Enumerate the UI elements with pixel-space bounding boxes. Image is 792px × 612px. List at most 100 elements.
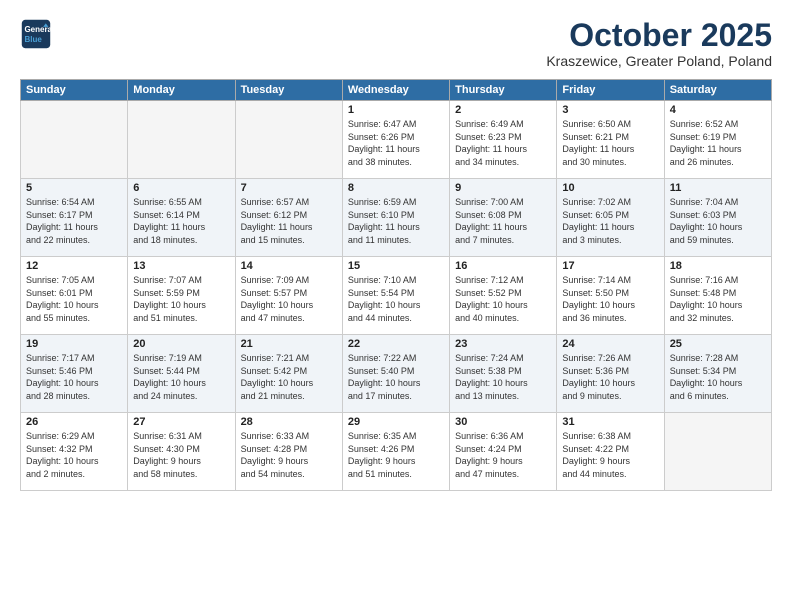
- col-tuesday: Tuesday: [235, 80, 342, 101]
- day-number: 24: [562, 338, 658, 350]
- day-number: 9: [455, 182, 551, 194]
- cell-w1-d5: 2 Sunrise: 6:49 AM Sunset: 6:23 PM Daylig…: [450, 101, 557, 179]
- logo: General Blue: [20, 18, 52, 50]
- day-info: Sunrise: 7:09 AM Sunset: 5:57 PM Dayligh…: [241, 274, 337, 324]
- cell-w2-d1: 5Sunrise: 6:54 AM Sunset: 6:17 PM Daylig…: [21, 179, 128, 257]
- cell-w5-d1: 26Sunrise: 6:29 AM Sunset: 4:32 PM Dayli…: [21, 413, 128, 491]
- day-info: Sunrise: 7:07 AM Sunset: 5:59 PM Dayligh…: [133, 274, 229, 324]
- day-number: 21: [241, 338, 337, 350]
- cell-w1-d2: [128, 101, 235, 179]
- day-info: Sunrise: 6:57 AM Sunset: 6:12 PM Dayligh…: [241, 196, 337, 246]
- cell-w3-d2: 13 Sunrise: 7:07 AM Sunset: 5:59 PM Dayli…: [128, 257, 235, 335]
- day-info: Sunrise: 7:22 AM Sunset: 5:40 PM Dayligh…: [348, 352, 444, 402]
- day-info: Sunrise: 7:12 AM Sunset: 5:52 PM Dayligh…: [455, 274, 551, 324]
- day-number: 2: [455, 104, 551, 116]
- day-number: 14: [241, 260, 337, 272]
- day-number: 30: [455, 416, 551, 428]
- location: Kraszewice, Greater Poland, Poland: [546, 53, 772, 69]
- cell-w4-d7: 25Sunrise: 7:28 AM Sunset: 5:34 PM Dayli…: [664, 335, 771, 413]
- cell-w5-d5: 30 Sunrise: 6:36 AM Sunset: 4:24 PM Dayli…: [450, 413, 557, 491]
- calendar-header-row: Sunday Monday Tuesday Wednesday Thursday…: [21, 80, 772, 101]
- day-number: 27: [133, 416, 229, 428]
- day-number: 4: [670, 104, 766, 116]
- day-info: Sunrise: 6:50 AM Sunset: 6:21 PM Dayligh…: [562, 118, 658, 168]
- day-number: 22: [348, 338, 444, 350]
- day-number: 29: [348, 416, 444, 428]
- day-info: Sunrise: 7:02 AM Sunset: 6:05 PM Dayligh…: [562, 196, 658, 246]
- cell-w4-d6: 24 Sunrise: 7:26 AM Sunset: 5:36 PM Dayli…: [557, 335, 664, 413]
- day-number: 19: [26, 338, 122, 350]
- col-thursday: Thursday: [450, 80, 557, 101]
- cell-w3-d4: 15 Sunrise: 7:10 AM Sunset: 5:54 PM Dayli…: [342, 257, 449, 335]
- cell-w4-d3: 21 Sunrise: 7:21 AM Sunset: 5:42 PM Dayli…: [235, 335, 342, 413]
- day-number: 8: [348, 182, 444, 194]
- day-number: 7: [241, 182, 337, 194]
- cell-w1-d1: [21, 101, 128, 179]
- day-number: 1: [348, 104, 444, 116]
- page: General Blue October 2025 Kraszewice, Gr…: [0, 0, 792, 612]
- col-friday: Friday: [557, 80, 664, 101]
- cell-w2-d3: 7 Sunrise: 6:57 AM Sunset: 6:12 PM Daylig…: [235, 179, 342, 257]
- cell-w5-d6: 31 Sunrise: 6:38 AM Sunset: 4:22 PM Dayli…: [557, 413, 664, 491]
- day-info: Sunrise: 7:00 AM Sunset: 6:08 PM Dayligh…: [455, 196, 551, 246]
- day-info: Sunrise: 7:10 AM Sunset: 5:54 PM Dayligh…: [348, 274, 444, 324]
- day-info: Sunrise: 6:52 AM Sunset: 6:19 PM Dayligh…: [670, 118, 766, 168]
- day-info: Sunrise: 6:36 AM Sunset: 4:24 PM Dayligh…: [455, 430, 551, 480]
- day-info: Sunrise: 7:28 AM Sunset: 5:34 PM Dayligh…: [670, 352, 766, 402]
- day-info: Sunrise: 6:47 AM Sunset: 6:26 PM Dayligh…: [348, 118, 444, 168]
- cell-w1-d3: [235, 101, 342, 179]
- day-number: 13: [133, 260, 229, 272]
- week-row-3: 12Sunrise: 7:05 AM Sunset: 6:01 PM Dayli…: [21, 257, 772, 335]
- cell-w3-d6: 17 Sunrise: 7:14 AM Sunset: 5:50 PM Dayli…: [557, 257, 664, 335]
- calendar: Sunday Monday Tuesday Wednesday Thursday…: [20, 79, 772, 491]
- day-number: 10: [562, 182, 658, 194]
- col-saturday: Saturday: [664, 80, 771, 101]
- cell-w4-d5: 23 Sunrise: 7:24 AM Sunset: 5:38 PM Dayli…: [450, 335, 557, 413]
- day-info: Sunrise: 7:05 AM Sunset: 6:01 PM Dayligh…: [26, 274, 122, 324]
- day-number: 31: [562, 416, 658, 428]
- cell-w5-d4: 29Sunrise: 6:35 AM Sunset: 4:26 PM Dayli…: [342, 413, 449, 491]
- day-number: 28: [241, 416, 337, 428]
- day-info: Sunrise: 6:31 AM Sunset: 4:30 PM Dayligh…: [133, 430, 229, 480]
- day-number: 15: [348, 260, 444, 272]
- week-row-1: 1 Sunrise: 6:47 AM Sunset: 6:26 PM Daylig…: [21, 101, 772, 179]
- day-info: Sunrise: 7:21 AM Sunset: 5:42 PM Dayligh…: [241, 352, 337, 402]
- day-number: 18: [670, 260, 766, 272]
- day-info: Sunrise: 7:19 AM Sunset: 5:44 PM Dayligh…: [133, 352, 229, 402]
- cell-w3-d3: 14 Sunrise: 7:09 AM Sunset: 5:57 PM Dayli…: [235, 257, 342, 335]
- day-info: Sunrise: 6:55 AM Sunset: 6:14 PM Dayligh…: [133, 196, 229, 246]
- day-info: Sunrise: 7:17 AM Sunset: 5:46 PM Dayligh…: [26, 352, 122, 402]
- cell-w5-d7: [664, 413, 771, 491]
- cell-w2-d5: 9 Sunrise: 7:00 AM Sunset: 6:08 PM Daylig…: [450, 179, 557, 257]
- day-number: 17: [562, 260, 658, 272]
- cell-w4-d2: 20 Sunrise: 7:19 AM Sunset: 5:44 PM Dayli…: [128, 335, 235, 413]
- cell-w1-d4: 1 Sunrise: 6:47 AM Sunset: 6:26 PM Daylig…: [342, 101, 449, 179]
- day-info: Sunrise: 6:49 AM Sunset: 6:23 PM Dayligh…: [455, 118, 551, 168]
- header: General Blue October 2025 Kraszewice, Gr…: [20, 18, 772, 69]
- logo-icon: General Blue: [20, 18, 52, 50]
- week-row-4: 19 Sunrise: 7:17 AM Sunset: 5:46 PM Dayli…: [21, 335, 772, 413]
- cell-w3-d1: 12Sunrise: 7:05 AM Sunset: 6:01 PM Dayli…: [21, 257, 128, 335]
- cell-w4-d4: 22 Sunrise: 7:22 AM Sunset: 5:40 PM Dayli…: [342, 335, 449, 413]
- day-number: 16: [455, 260, 551, 272]
- day-info: Sunrise: 7:24 AM Sunset: 5:38 PM Dayligh…: [455, 352, 551, 402]
- week-row-5: 26Sunrise: 6:29 AM Sunset: 4:32 PM Dayli…: [21, 413, 772, 491]
- cell-w1-d6: 3Sunrise: 6:50 AM Sunset: 6:21 PM Daylig…: [557, 101, 664, 179]
- day-info: Sunrise: 7:26 AM Sunset: 5:36 PM Dayligh…: [562, 352, 658, 402]
- col-monday: Monday: [128, 80, 235, 101]
- day-number: 20: [133, 338, 229, 350]
- title-block: October 2025 Kraszewice, Greater Poland,…: [546, 18, 772, 69]
- day-number: 6: [133, 182, 229, 194]
- day-info: Sunrise: 6:29 AM Sunset: 4:32 PM Dayligh…: [26, 430, 122, 480]
- cell-w3-d5: 16 Sunrise: 7:12 AM Sunset: 5:52 PM Dayli…: [450, 257, 557, 335]
- day-number: 5: [26, 182, 122, 194]
- day-info: Sunrise: 6:33 AM Sunset: 4:28 PM Dayligh…: [241, 430, 337, 480]
- col-wednesday: Wednesday: [342, 80, 449, 101]
- day-info: Sunrise: 7:14 AM Sunset: 5:50 PM Dayligh…: [562, 274, 658, 324]
- day-info: Sunrise: 7:04 AM Sunset: 6:03 PM Dayligh…: [670, 196, 766, 246]
- day-info: Sunrise: 6:38 AM Sunset: 4:22 PM Dayligh…: [562, 430, 658, 480]
- cell-w1-d7: 4 Sunrise: 6:52 AM Sunset: 6:19 PM Daylig…: [664, 101, 771, 179]
- day-number: 11: [670, 182, 766, 194]
- cell-w3-d7: 18Sunrise: 7:16 AM Sunset: 5:48 PM Dayli…: [664, 257, 771, 335]
- day-number: 23: [455, 338, 551, 350]
